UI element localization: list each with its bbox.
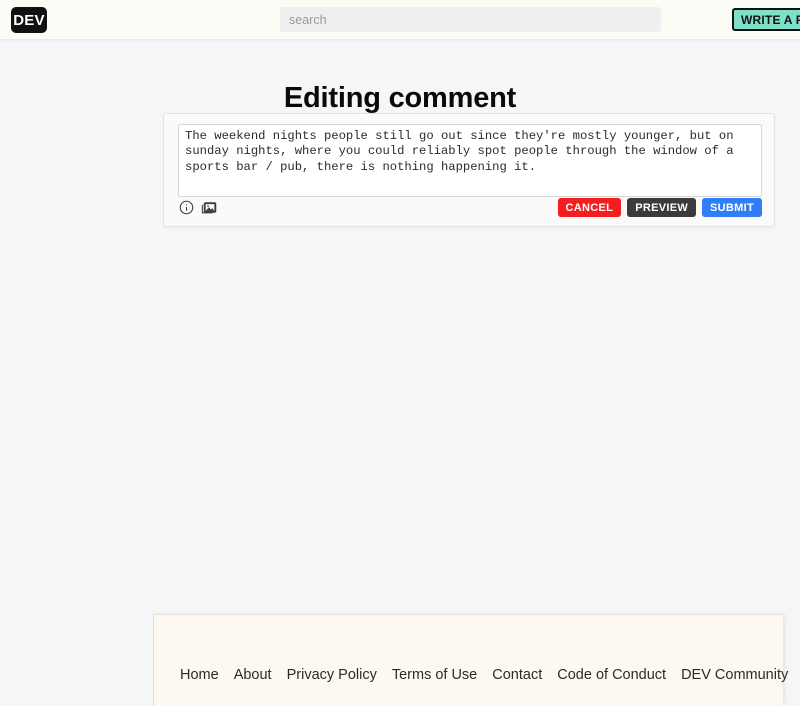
footer-link-code-of-conduct[interactable]: Code of Conduct [557,667,666,683]
search-input[interactable] [280,7,661,32]
editor-action-buttons: CANCEL PREVIEW SUBMIT [557,198,762,217]
comment-textarea-wrapper [178,124,762,197]
site-header: DEV WRITE A POST [0,0,800,39]
site-footer: Home About Privacy Policy Terms of Use C… [153,614,788,706]
footer-link-privacy-policy[interactable]: Privacy Policy [287,667,377,683]
editor-toolbar-icons [178,199,217,215]
cancel-button[interactable]: CANCEL [557,198,622,217]
preview-button[interactable]: PREVIEW [627,198,697,217]
comment-editor-card: CANCEL PREVIEW SUBMIT [163,113,775,227]
submit-button[interactable]: SUBMIT [702,198,762,217]
footer-link-home[interactable]: Home [180,667,219,683]
footer-link-terms-of-use[interactable]: Terms of Use [392,667,477,683]
footer-nav: Home About Privacy Policy Terms of Use C… [180,667,788,683]
editor-toolbar: CANCEL PREVIEW SUBMIT [178,198,762,220]
dev-logo[interactable]: DEV [11,7,47,33]
footer-link-dev-community[interactable]: DEV Community [681,667,788,683]
footer-link-about[interactable]: About [234,667,272,683]
page-title: Editing comment [283,82,517,115]
comment-textarea[interactable] [178,124,762,197]
footer-link-contact[interactable]: Contact [492,667,542,683]
image-upload-icon[interactable] [201,199,217,215]
write-a-post-button[interactable]: WRITE A POST [732,8,800,31]
info-icon[interactable] [178,199,194,215]
